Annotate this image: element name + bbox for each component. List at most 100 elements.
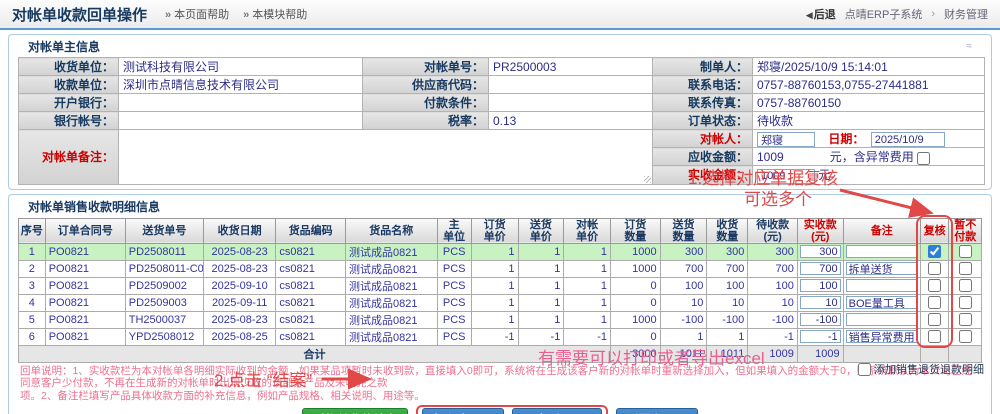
form-row: 收款单位： 深圳市点晴信息技术有限公司 供应商代码： 联系电话： 0757-88… bbox=[19, 76, 985, 94]
module-help-label: 本模块帮助 bbox=[252, 9, 307, 21]
hold-payment-checkbox[interactable] bbox=[959, 245, 972, 258]
remark-cell-input[interactable] bbox=[846, 245, 918, 258]
received-amount-cell-input[interactable] bbox=[800, 279, 841, 292]
order-status-label: 订单状态： bbox=[653, 112, 753, 130]
delivery-no-cell: YPD2508012 bbox=[125, 328, 203, 345]
hold-payment-checkbox[interactable] bbox=[959, 296, 972, 309]
item-code-cell: cs0821 bbox=[276, 243, 346, 260]
statement-no-value: PR2500003 bbox=[489, 58, 653, 76]
statement-remark-textarea[interactable] bbox=[119, 130, 653, 185]
received-amount-cell-input[interactable] bbox=[800, 262, 841, 275]
received-amount-cell-input[interactable] bbox=[800, 296, 841, 309]
total-pending: 1009 bbox=[748, 345, 798, 362]
bank-label: 开户银行： bbox=[19, 94, 119, 112]
review-checkbox[interactable] bbox=[928, 296, 941, 309]
statement-person-input[interactable] bbox=[757, 132, 815, 147]
shipping-unit-value: 测试科技有限公司 bbox=[119, 58, 363, 76]
hold-payment-checkbox[interactable] bbox=[959, 262, 972, 275]
breadcrumb-module[interactable]: 财务管理 bbox=[944, 6, 988, 22]
top-header: 对帐单收款回单操作 »本页面帮助 »本模块帮助 ◀后退 点晴ERP子系统 › 财… bbox=[0, 0, 1000, 30]
supplier-code-value bbox=[489, 76, 653, 94]
receivable-label: 应收金额： bbox=[653, 148, 753, 166]
unit-cell: PCS bbox=[437, 294, 471, 311]
back-page-button[interactable]: 返回上一页 bbox=[616, 408, 698, 414]
column-header: 备注 bbox=[843, 218, 920, 243]
received-label: 实收金额： bbox=[653, 166, 753, 184]
pending-cell: 700 bbox=[748, 260, 798, 277]
receipt-instructions: 回单说明：1、实收款栏为本对帐单各明细实际收到的金额，如果某品项暂时未收到款，直… bbox=[20, 365, 980, 402]
add-return-detail-checkbox[interactable] bbox=[858, 363, 871, 376]
hold-payment-checkbox[interactable] bbox=[959, 279, 972, 292]
page-help-label: 本页面帮助 bbox=[174, 9, 229, 21]
export-excel-button[interactable]: 导出到Excel bbox=[512, 408, 601, 414]
module-help-link[interactable]: »本模块帮助 bbox=[243, 6, 307, 22]
item-code-cell: cs0821 bbox=[276, 260, 346, 277]
back-button[interactable]: ◀后退 bbox=[806, 6, 836, 22]
received-suffix: 元 bbox=[818, 168, 830, 182]
back-arrow-icon: ◀ bbox=[806, 10, 813, 20]
date-cell: 2025-08-23 bbox=[203, 311, 275, 328]
order-price-cell: -1 bbox=[471, 328, 518, 345]
order-qty-cell: 0 bbox=[611, 328, 661, 345]
item-code-cell: cs0821 bbox=[276, 277, 346, 294]
delivery-price-cell: 1 bbox=[518, 294, 564, 311]
column-header: 订货 数量 bbox=[611, 218, 661, 243]
seq-cell: 6 bbox=[19, 328, 46, 345]
review-checkbox[interactable] bbox=[928, 262, 941, 275]
remark-cell-input[interactable] bbox=[846, 262, 918, 275]
remark-cell-input[interactable] bbox=[846, 330, 918, 343]
hold-payment-checkbox[interactable] bbox=[959, 330, 972, 343]
column-header: 对帐 单价 bbox=[564, 218, 611, 243]
add-return-detail-option[interactable]: 添加销售退货退款明细 bbox=[858, 361, 984, 377]
contact-phone-value: 0757-88760153,0755-27441881 bbox=[753, 76, 985, 94]
statement-remark-label: 对帐单备注： bbox=[19, 130, 119, 185]
double-chevron-icon: » bbox=[165, 9, 171, 21]
order-qty-cell: 1000 bbox=[611, 243, 661, 260]
column-header: 主 单位 bbox=[437, 218, 471, 243]
collapse-icon[interactable]: ≈ bbox=[967, 42, 973, 52]
receiving-unit-label: 收款单位： bbox=[19, 76, 119, 94]
creator-label: 制单人： bbox=[653, 58, 753, 76]
received-amount-cell-input[interactable] bbox=[800, 245, 841, 258]
section-title-detail: 对帐单销售收款明细信息 bbox=[28, 198, 160, 215]
contract-cell: PO0821 bbox=[45, 277, 125, 294]
detail-row: 1PO0821PD25080112025-08-23cs0821测试成品0821… bbox=[19, 243, 982, 260]
breadcrumb-system[interactable]: 点晴ERP子系统 bbox=[845, 6, 923, 22]
print-button[interactable]: 打印本页面 bbox=[422, 408, 504, 414]
total-receive-qty: 1011 bbox=[707, 345, 748, 362]
total-delivery-qty: 1011 bbox=[660, 345, 707, 362]
pending-cell: -1 bbox=[748, 328, 798, 345]
received-amount-cell-input[interactable] bbox=[800, 313, 841, 326]
order-qty-cell: 1000 bbox=[611, 311, 661, 328]
double-chevron-icon: » bbox=[243, 9, 249, 21]
seq-cell: 5 bbox=[19, 311, 46, 328]
supplier-code-label: 供应商代码： bbox=[363, 76, 489, 94]
delivery-no-cell: PD2509002 bbox=[125, 277, 203, 294]
date-cell: 2025-08-23 bbox=[203, 260, 275, 277]
close-statement-button[interactable]: 对帐单收款结案 bbox=[302, 408, 408, 414]
received-amount-cell-input[interactable] bbox=[800, 330, 841, 343]
remark-cell-input[interactable] bbox=[846, 279, 918, 292]
hold-payment-checkbox[interactable] bbox=[959, 313, 972, 326]
contact-fax-label: 联系传真： bbox=[653, 94, 753, 112]
page-help-link[interactable]: »本页面帮助 bbox=[165, 6, 229, 22]
received-amount-input[interactable] bbox=[757, 169, 815, 184]
item-name-cell: 测试成品0821 bbox=[345, 243, 437, 260]
date-input[interactable] bbox=[871, 132, 945, 147]
add-return-detail-label: 添加销售退货退款明细 bbox=[874, 361, 984, 377]
review-checkbox[interactable] bbox=[928, 245, 941, 258]
form-row: 开户银行： 付款条件： 联系传真： 0757-88760150 bbox=[19, 94, 985, 112]
delivery-qty-cell: 700 bbox=[660, 260, 707, 277]
remark-cell-input[interactable] bbox=[846, 296, 918, 309]
bank-value bbox=[119, 94, 363, 112]
detail-table: 序号订单合同号送货单号收货日期货品编码货品名称主 单位订货 单价送货 单价对帐 … bbox=[18, 218, 982, 363]
seq-cell: 1 bbox=[19, 243, 46, 260]
remark-cell-input[interactable] bbox=[846, 313, 918, 326]
shipping-unit-label: 收货单位： bbox=[19, 58, 119, 76]
review-checkbox[interactable] bbox=[928, 330, 941, 343]
column-header: 序号 bbox=[19, 218, 46, 243]
review-checkbox[interactable] bbox=[928, 313, 941, 326]
review-checkbox[interactable] bbox=[928, 279, 941, 292]
abnormal-fee-checkbox[interactable] bbox=[917, 152, 930, 165]
column-header: 送货单号 bbox=[125, 218, 203, 243]
